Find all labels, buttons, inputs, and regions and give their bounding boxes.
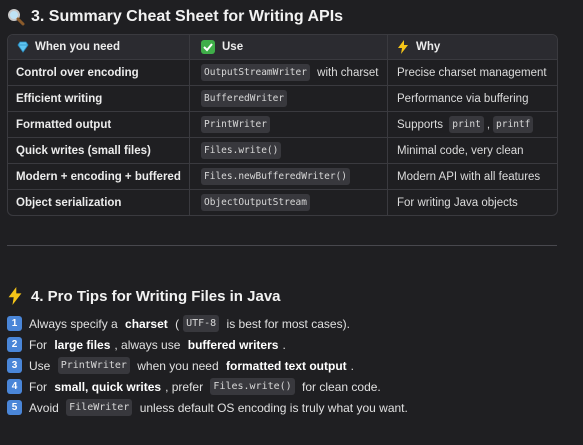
code-snippet: Files.newBufferedWriter() (201, 168, 350, 185)
code-snippet: FileWriter (66, 399, 133, 416)
horizontal-divider (7, 245, 557, 246)
keycap-number-icon: 2 (7, 337, 22, 352)
code-snippet: print (449, 116, 484, 133)
header-when-you-need: When you need (8, 35, 190, 59)
code-snippet: PrintWriter (57, 357, 130, 374)
code-snippet: printf (493, 116, 534, 133)
list-item: 4 For small, quick writes, prefer Files.… (7, 376, 567, 397)
keycap-number-icon: 4 (7, 379, 22, 394)
magnifier-icon (7, 8, 25, 26)
table-row: Modern + encoding + buffered Files.newBu… (8, 163, 557, 189)
table-header-row: When you need Use Why (8, 35, 557, 59)
list-item: 1 Always specify a charset (UTF-8 is bes… (7, 313, 567, 334)
code-snippet: Files.write() (201, 142, 282, 159)
code-snippet: OutputStreamWriter (201, 64, 310, 81)
section-3-heading: 3. Summary Cheat Sheet for Writing APIs (7, 6, 343, 28)
check-mark-icon (201, 40, 215, 54)
list-item: 2 For large files, always use buffered w… (7, 334, 567, 355)
cheat-sheet-table: When you need Use Why Control over encod… (7, 34, 558, 216)
table-row: Control over encoding OutputStreamWriter… (8, 59, 557, 85)
table-row: Formatted output PrintWriter Supports pr… (8, 111, 557, 137)
lightning-icon (397, 40, 409, 54)
table-row: Object serialization ObjectOutputStream … (8, 189, 557, 215)
header-why: Why (388, 35, 557, 59)
list-item: 3 Use PrintWriter when you need formatte… (7, 355, 567, 376)
code-snippet: Files.write() (210, 378, 295, 395)
code-snippet: UTF-8 (183, 315, 220, 332)
keycap-number-icon: 3 (7, 358, 22, 373)
header-use: Use (190, 35, 388, 59)
lightning-icon (7, 287, 25, 305)
section-4-heading: 4. Pro Tips for Writing Files in Java (7, 285, 281, 307)
pro-tips-list: 1 Always specify a charset (UTF-8 is bes… (7, 313, 567, 418)
table-row: Quick writes (small files) Files.write()… (8, 137, 557, 163)
list-item: 5 Avoid FileWriter unless default OS enc… (7, 397, 567, 418)
code-snippet: PrintWriter (201, 116, 270, 133)
gem-icon (16, 40, 30, 54)
code-snippet: BufferedWriter (201, 90, 288, 107)
table-row: Efficient writing BufferedWriter Perform… (8, 85, 557, 111)
section-4-title: 4. Pro Tips for Writing Files in Java (31, 287, 281, 305)
code-snippet: ObjectOutputStream (201, 194, 310, 211)
section-3-title: 3. Summary Cheat Sheet for Writing APIs (31, 8, 344, 25)
keycap-number-icon: 1 (7, 316, 22, 331)
keycap-number-icon: 5 (7, 400, 22, 415)
